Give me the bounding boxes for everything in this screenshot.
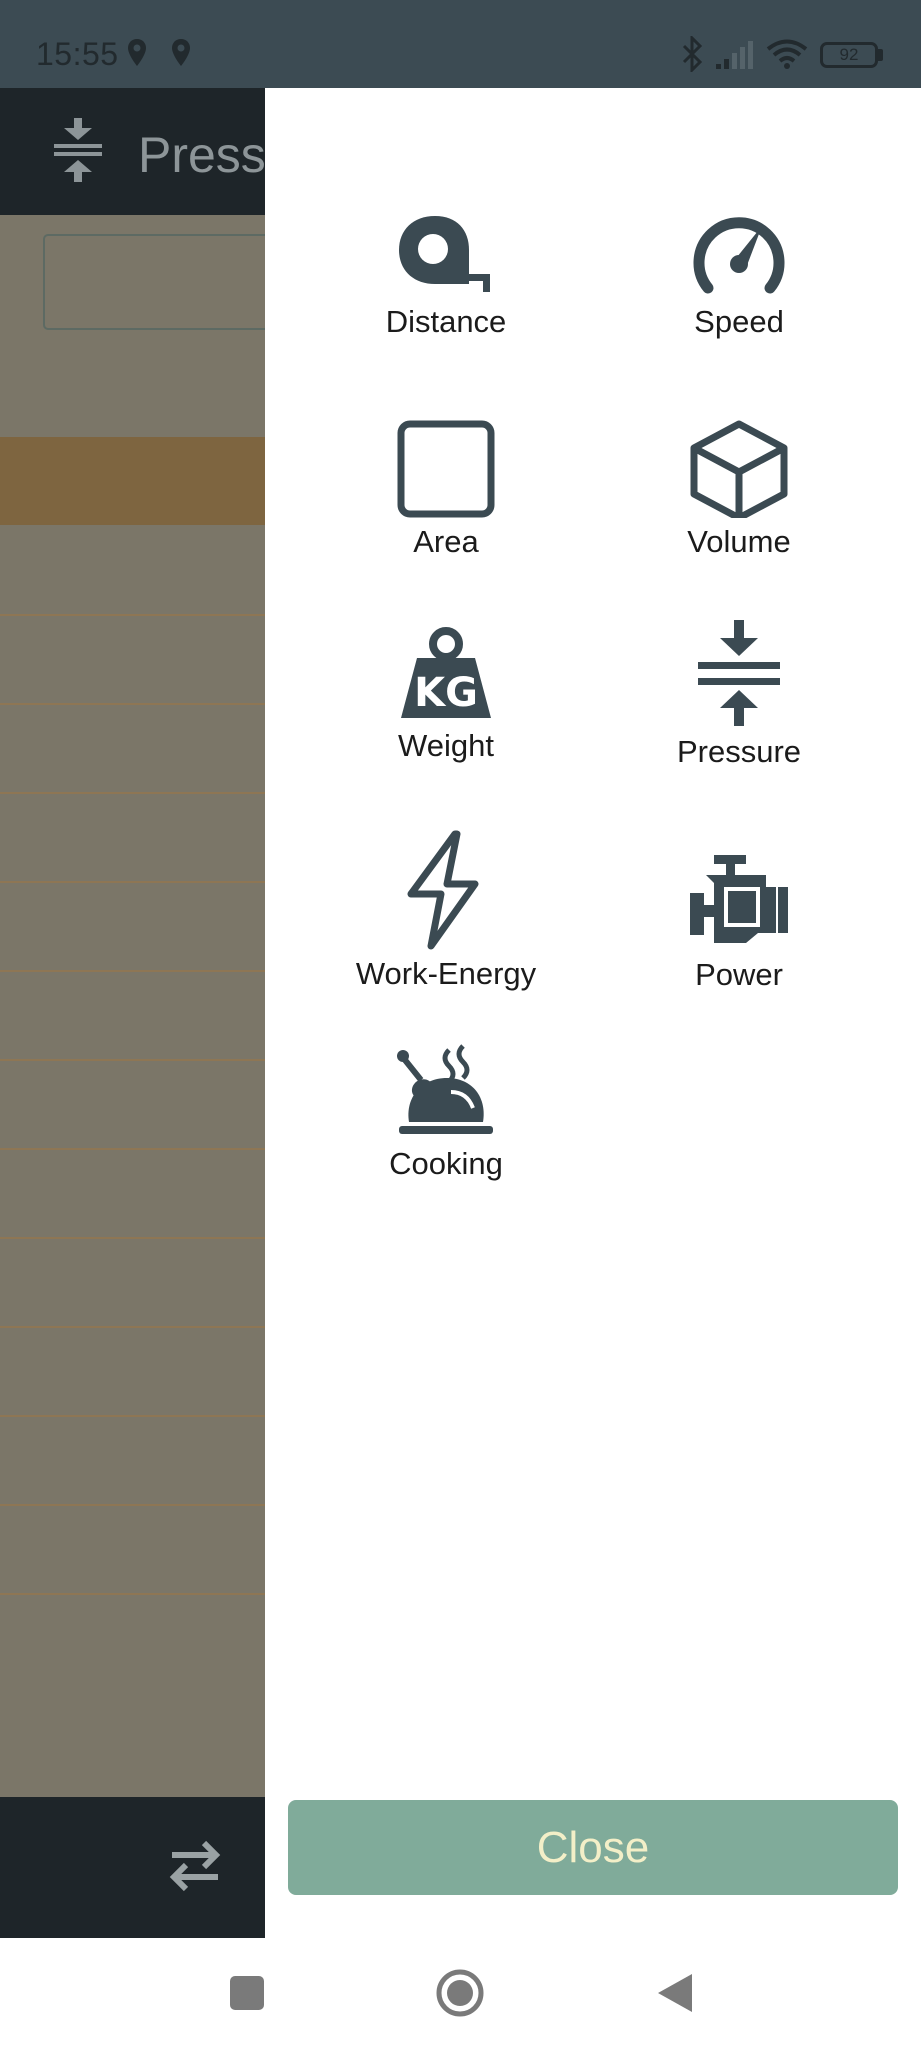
square-icon: [397, 420, 495, 518]
category-label: Volume: [687, 524, 791, 559]
category-label: Area: [413, 524, 479, 559]
background-content: [0, 215, 265, 1797]
status-time: 15:55: [36, 36, 119, 72]
bluetooth-icon: [682, 36, 703, 72]
background-row-divider: [0, 970, 265, 972]
background-row-divider: [0, 1593, 265, 1595]
background-row-divider: [0, 1415, 265, 1417]
signal-strength-icon: [716, 41, 753, 69]
battery-indicator: 92: [820, 42, 878, 68]
system-nav-bar: [0, 1938, 921, 2048]
battery-tip: [878, 49, 883, 61]
category-label: Cooking: [389, 1146, 503, 1181]
category-drawer: Distance Speed Area Volume KG Weight Pre…: [265, 88, 921, 1938]
swap-arrows-icon: [169, 1840, 221, 1892]
recent-apps-icon[interactable]: [228, 1974, 266, 2012]
location-pin-icon: [128, 39, 146, 66]
category-label: Work-Energy: [355, 956, 537, 991]
location-pin-icon: [172, 39, 190, 66]
background-toolbar: Press: [0, 88, 265, 215]
tape-measure-icon: [399, 216, 490, 292]
category-pressure[interactable]: Pressure: [594, 618, 884, 770]
background-row-divider: [0, 1326, 265, 1328]
category-volume[interactable]: Volume: [594, 418, 884, 560]
close-button[interactable]: Close: [288, 1800, 898, 1895]
background-input-field: [43, 234, 265, 330]
category-label: Speed: [694, 304, 784, 339]
compress-icon: [54, 118, 102, 182]
home-icon[interactable]: [435, 1968, 485, 2018]
background-row-divider: [0, 1059, 265, 1061]
category-weight[interactable]: KG Weight: [301, 626, 591, 764]
back-icon[interactable]: [652, 1970, 696, 2016]
category-power[interactable]: Power: [594, 843, 884, 993]
category-distance[interactable]: Distance: [301, 208, 591, 340]
background-row-divider: [0, 1504, 265, 1506]
lightning-bolt-icon: [407, 830, 479, 950]
roast-turkey-icon: [397, 1044, 493, 1134]
category-cooking[interactable]: Cooking: [301, 1040, 591, 1182]
background-row-divider: [0, 1148, 265, 1150]
wifi-icon: [766, 39, 808, 69]
background-app: Press: [0, 88, 265, 1938]
engine-icon: [690, 855, 788, 943]
category-speed[interactable]: Speed: [594, 208, 884, 340]
category-label: Pressure: [676, 734, 802, 769]
kg-weight-icon: KG: [401, 627, 491, 718]
background-row-divider: [0, 703, 265, 705]
category-area[interactable]: Area: [301, 418, 591, 560]
background-bottom-bar: [0, 1797, 265, 1938]
background-selected-row: [0, 437, 265, 525]
category-label: Weight: [398, 728, 494, 763]
category-label: Power: [695, 957, 783, 992]
speedometer-icon: [693, 217, 785, 294]
background-row-divider: [0, 792, 265, 794]
status-bar: 15:55 92: [0, 0, 921, 88]
compress-icon: [698, 620, 780, 726]
cube-icon: [690, 420, 788, 518]
background-row-divider: [0, 614, 265, 616]
category-label: Distance: [385, 304, 507, 339]
background-row-divider: [0, 1237, 265, 1239]
category-work-energy[interactable]: Work-Energy: [301, 830, 591, 992]
background-row-divider: [0, 881, 265, 883]
svg-text:KG: KG: [414, 670, 478, 716]
background-page-title: Press: [138, 127, 265, 183]
